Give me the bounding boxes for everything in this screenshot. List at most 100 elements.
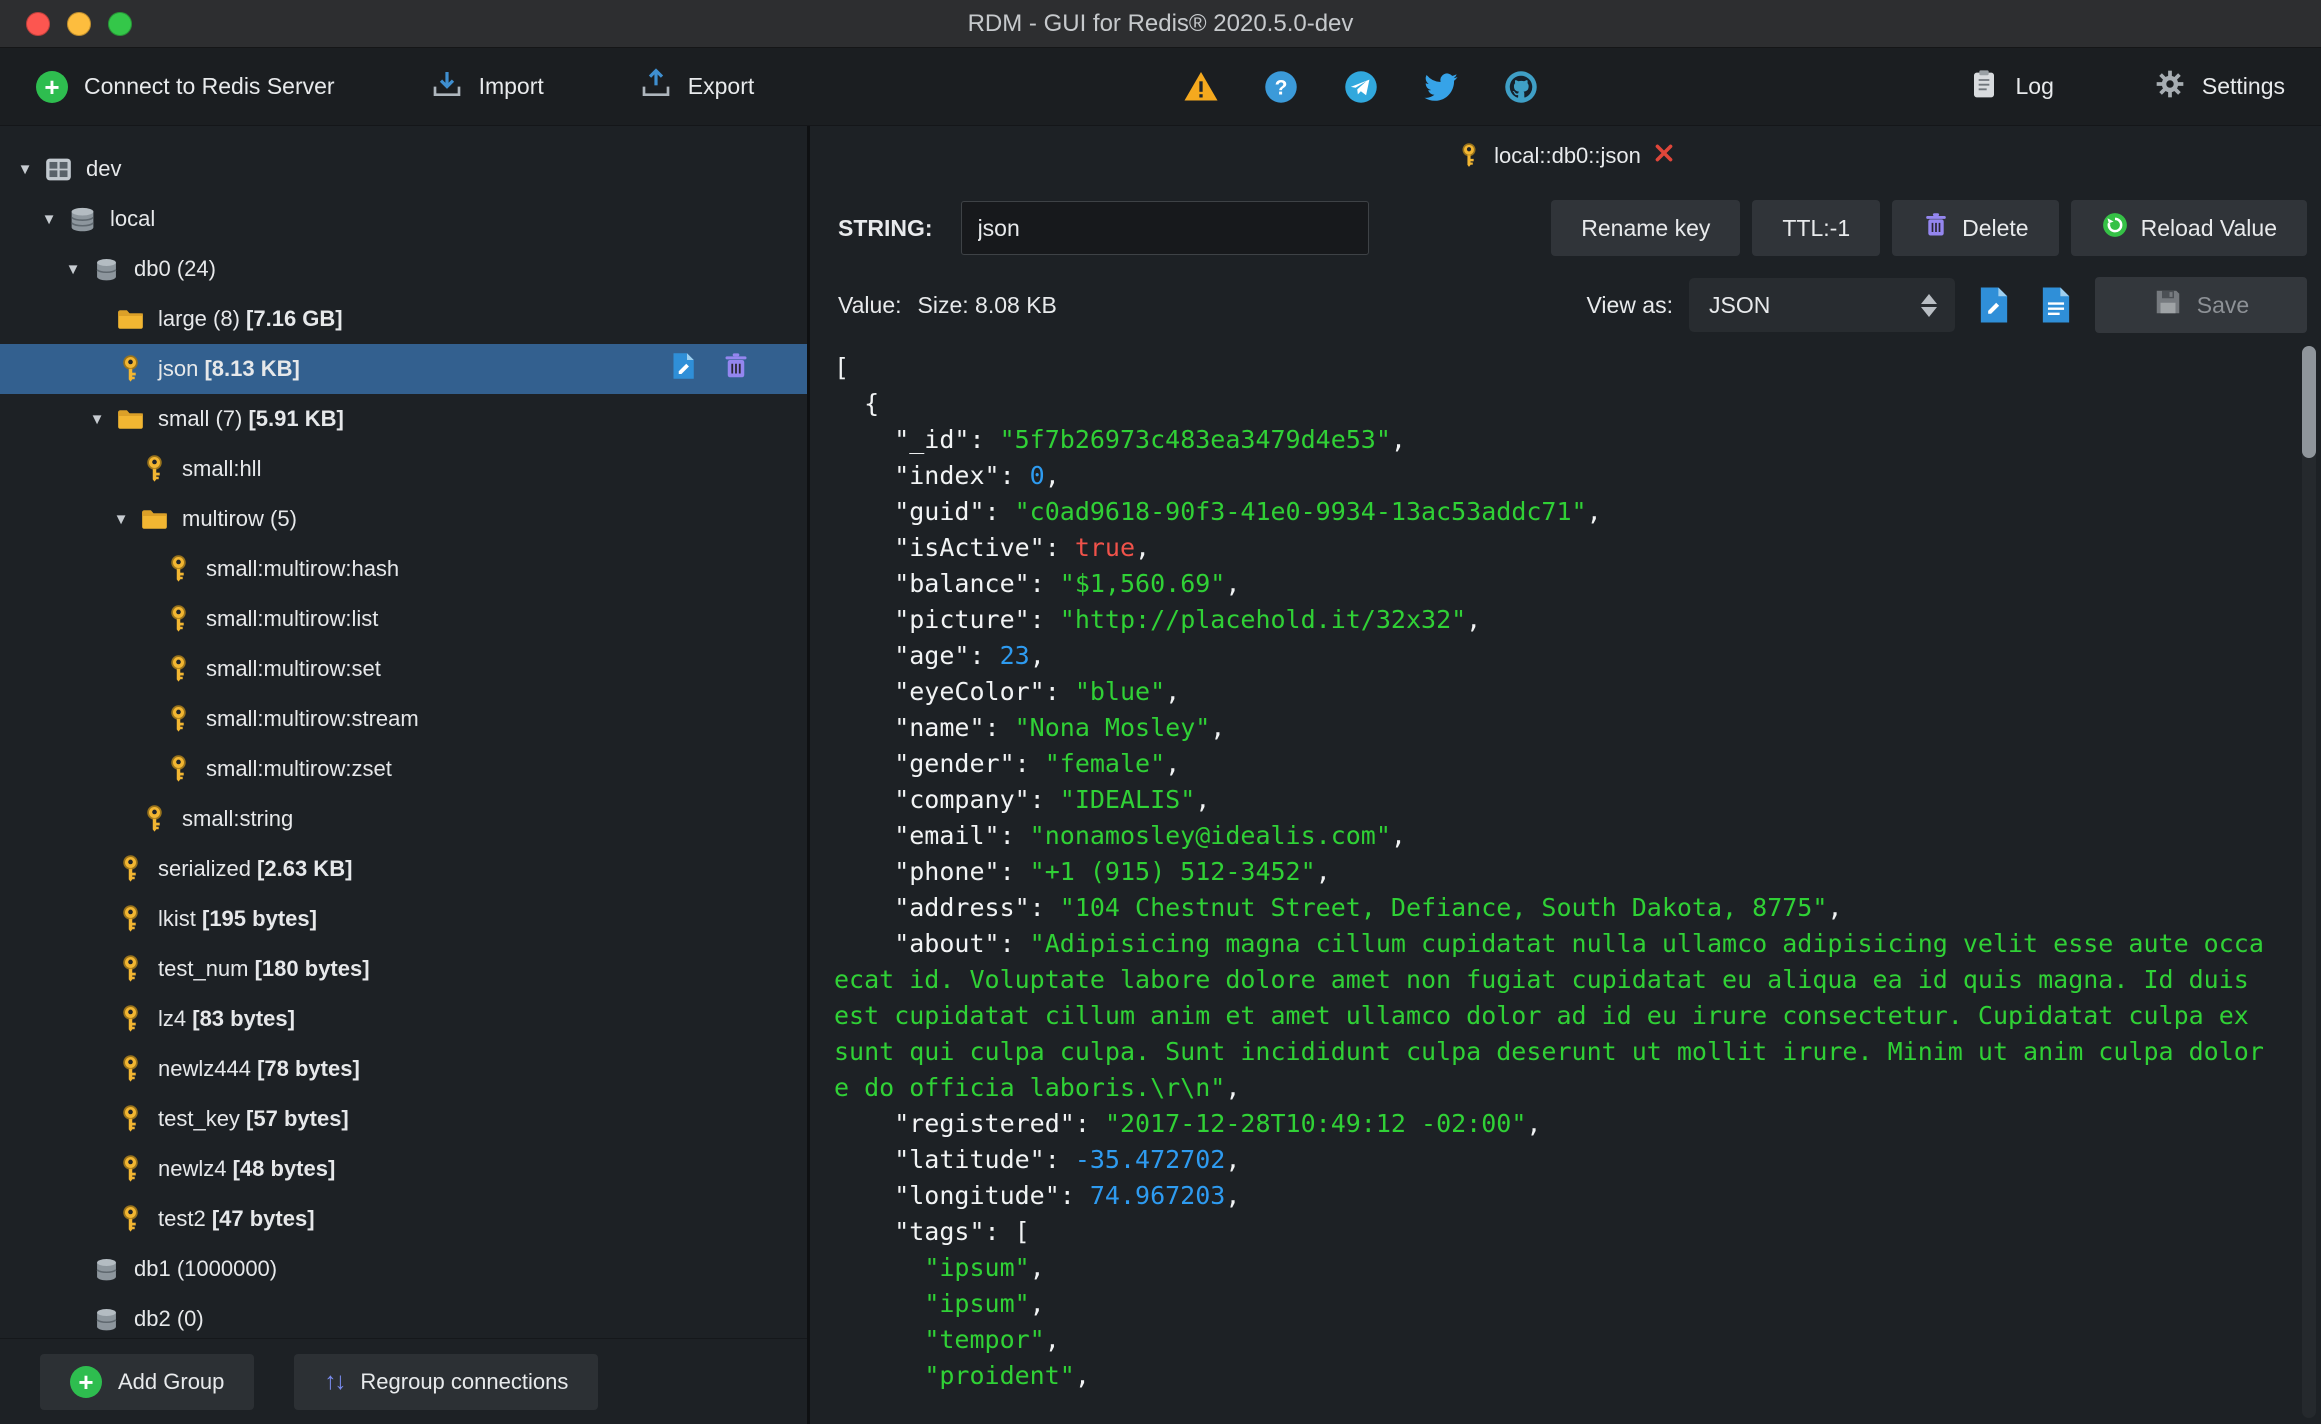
tree-item-small-multirow-set[interactable]: small:multirow:set <box>0 644 807 694</box>
add-group-label: Add Group <box>118 1368 225 1394</box>
scrollbar-thumb[interactable] <box>2302 346 2316 458</box>
view-mode-dropdown[interactable]: JSON <box>1689 278 1955 332</box>
tree-item-serialized[interactable]: serialized [2.63 KB] <box>0 844 807 894</box>
regroup-connections-button[interactable]: ↑↓ Regroup connections <box>294 1353 599 1410</box>
settings-button[interactable]: Settings <box>2154 68 2285 106</box>
folder-icon <box>114 304 146 334</box>
tree-item-size: [5.91 KB] <box>248 406 344 431</box>
close-window-button[interactable] <box>26 11 50 36</box>
export-button[interactable]: Export <box>640 67 754 106</box>
delete-key-button[interactable]: Delete <box>1892 200 2059 256</box>
save-button[interactable]: Save <box>2095 277 2307 333</box>
ttl-label: TTL:-1 <box>1782 214 1851 241</box>
tree-item-small-multirow-zset[interactable]: small:multirow:zset <box>0 744 807 794</box>
close-tab-icon[interactable] <box>1653 142 1675 170</box>
tree-item-small-multirow-stream[interactable]: small:multirow:stream <box>0 694 807 744</box>
tree-item-small-string[interactable]: small:string <box>0 794 807 844</box>
tree-item-db0[interactable]: ▼ db0 (24) <box>0 244 807 294</box>
tab-local-db0-json[interactable]: local::db0::json <box>1456 142 1675 170</box>
json-line: ecat id. Voluptate labore dolore amet no… <box>834 965 2264 994</box>
tree-item-size: [48 bytes] <box>232 1156 336 1181</box>
open-in-external-editor-icon[interactable] <box>1971 280 2017 330</box>
help-icon[interactable]: ? <box>1263 69 1299 105</box>
tab-bar: local::db0::json <box>810 126 2321 186</box>
key-icon <box>114 1104 146 1134</box>
github-icon[interactable] <box>1503 69 1539 105</box>
json-line: "about": "Adipisicing magna cillum cupid… <box>834 929 2264 958</box>
tree-item-json[interactable]: json [8.13 KB] <box>0 344 807 394</box>
twitter-icon[interactable] <box>1423 69 1459 105</box>
view-mode-value: JSON <box>1709 291 1771 318</box>
db-icon <box>90 254 122 284</box>
expand-collapse-arrow-icon[interactable]: ▼ <box>80 411 114 428</box>
tree-item-size: [47 bytes] <box>211 1206 315 1231</box>
key-name-input[interactable] <box>960 201 1369 255</box>
connection-tree: ▼ dev ▼ local ▼ db0 (24) large (8) [7.16 GB] js… <box>0 126 807 1338</box>
expand-collapse-arrow-icon[interactable]: ▼ <box>104 511 138 528</box>
key-icon <box>114 1054 146 1084</box>
up-down-arrows-icon: ↑↓ <box>324 1367 346 1395</box>
tree-item-db2[interactable]: db2 (0) <box>0 1294 807 1338</box>
tree-item-test-num[interactable]: test_num [180 bytes] <box>0 944 807 994</box>
reload-value-button[interactable]: Reload Value <box>2070 200 2307 256</box>
tree-item-multirow[interactable]: ▼ multirow (5) <box>0 494 807 544</box>
floppy-icon <box>2153 287 2183 323</box>
minimize-window-button[interactable] <box>67 11 91 36</box>
json-line: "balance": "$1,560.69", <box>834 569 1241 598</box>
tree-item-label: test2 [47 bytes] <box>158 1206 315 1231</box>
tree-item-test2[interactable]: test2 [47 bytes] <box>0 1194 807 1244</box>
tree-item-small-multirow-list[interactable]: small:multirow:list <box>0 594 807 644</box>
tree-item-size: [195 bytes] <box>202 906 317 931</box>
tree-item-db1[interactable]: db1 (1000000) <box>0 1244 807 1294</box>
ttl-button[interactable]: TTL:-1 <box>1752 200 1881 256</box>
titlebar: RDM - GUI for Redis® 2020.5.0-dev <box>0 0 2321 48</box>
tree-item-label: test_key [57 bytes] <box>158 1106 349 1131</box>
tree-item-lkist[interactable]: lkist [195 bytes] <box>0 894 807 944</box>
expand-collapse-arrow-icon[interactable]: ▼ <box>32 211 66 228</box>
tree-item-label: multirow (5) <box>182 506 297 531</box>
tree-item-lz4[interactable]: lz4 [83 bytes] <box>0 994 807 1044</box>
tree-item-local[interactable]: ▼ local <box>0 194 807 244</box>
key-icon <box>114 354 146 384</box>
telegram-icon[interactable] <box>1343 69 1379 105</box>
main-toolbar: + Connect to Redis Server Import Export <box>0 48 2321 126</box>
warning-icon[interactable] <box>1183 69 1219 105</box>
tree-item-size: [78 bytes] <box>257 1056 360 1081</box>
tree-item-newlz444[interactable]: newlz444 [78 bytes] <box>0 1044 807 1094</box>
connect-label: Connect to Redis Server <box>84 73 335 99</box>
value-editor[interactable]: [ { "_id": "5f7b26973c483ea3479d4e53", "… <box>810 340 2321 1424</box>
log-button[interactable]: Log <box>1968 68 2054 106</box>
json-line: "proident", <box>924 1361 1090 1390</box>
key-icon <box>162 704 194 734</box>
tree-item-large[interactable]: large (8) [7.16 GB] <box>0 294 807 344</box>
traffic-lights <box>26 0 132 47</box>
connect-to-server-button[interactable]: + Connect to Redis Server <box>36 70 335 103</box>
tree-item-test-key[interactable]: test_key [57 bytes] <box>0 1094 807 1144</box>
settings-label: Settings <box>2201 73 2285 99</box>
tree-item-small-hll[interactable]: small:hll <box>0 444 807 494</box>
tree-item-dev[interactable]: ▼ dev <box>0 144 807 194</box>
delete-key-icon[interactable] <box>721 351 751 387</box>
zoom-window-button[interactable] <box>108 11 132 36</box>
tree-item-label: lz4 [83 bytes] <box>158 1006 295 1031</box>
log-icon <box>1968 68 2000 106</box>
tree-item-label: small:hll <box>182 456 262 481</box>
edit-value-icon[interactable] <box>669 351 699 387</box>
tree-item-small-multirow-hash[interactable]: small:multirow:hash <box>0 544 807 594</box>
save-label: Save <box>2196 291 2250 318</box>
rename-key-button[interactable]: Rename key <box>1551 200 1741 256</box>
tree-item-newlz4[interactable]: newlz4 [48 bytes] <box>0 1144 807 1194</box>
json-line: "age": 23, <box>834 641 1045 670</box>
key-icon <box>162 754 194 784</box>
add-group-button[interactable]: + Add Group <box>40 1353 255 1410</box>
plain-text-view-icon[interactable] <box>2033 280 2079 330</box>
content-area: ▼ dev ▼ local ▼ db0 (24) large (8) [7.16 GB] js… <box>0 126 2321 1424</box>
expand-collapse-arrow-icon[interactable]: ▼ <box>8 161 42 178</box>
tree-item-small[interactable]: ▼ small (7) [5.91 KB] <box>0 394 807 444</box>
expand-collapse-arrow-icon[interactable]: ▼ <box>56 261 90 278</box>
tab-label: local::db0::json <box>1494 143 1641 168</box>
trash-icon <box>1922 211 1950 245</box>
import-label: Import <box>478 73 544 99</box>
json-line: "ipsum", <box>924 1253 1045 1282</box>
import-button[interactable]: Import <box>431 68 544 106</box>
